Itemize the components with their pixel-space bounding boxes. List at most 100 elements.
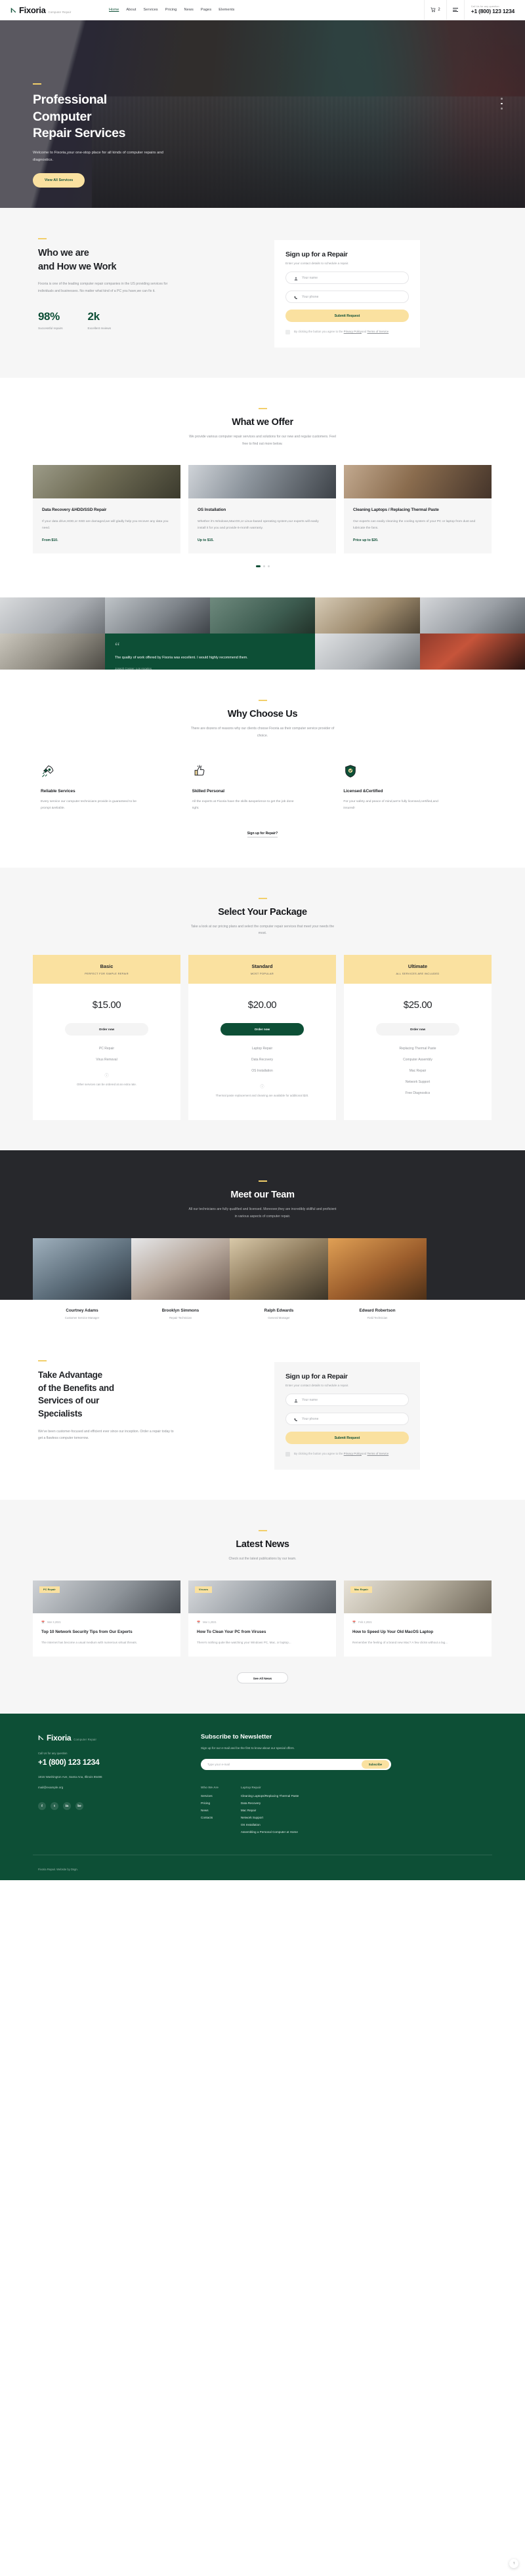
benefits-title-line2: of the Benefits and	[38, 1382, 114, 1393]
service-image	[33, 465, 180, 499]
plan-features: Replacing Thermal Paste Computer Assembl…	[344, 1036, 492, 1095]
gallery-image[interactable]	[0, 634, 105, 670]
offer-slider-dots[interactable]	[0, 565, 525, 568]
newsletter-email-input[interactable]: Type your e-mail	[207, 1763, 362, 1766]
team-member-photo[interactable]	[230, 1238, 328, 1300]
service-card[interactable]: OS Installation Whether it's Windows,Mac…	[188, 465, 336, 554]
footer-link[interactable]: Network Support	[241, 1816, 299, 1819]
submit-request-button[interactable]: Submit Request	[285, 310, 409, 322]
news-card[interactable]: Mac Repair 📅 Feb 2,2021 How to Speed Up …	[344, 1580, 492, 1657]
offer-dot-2[interactable]	[262, 565, 265, 568]
plan-tag: ALL SERVICES ARE INCLUDED	[396, 972, 440, 976]
footer-link[interactable]: OS Installation	[241, 1823, 299, 1826]
user-icon	[294, 272, 298, 284]
gallery-image[interactable]	[315, 597, 420, 634]
linkedin-icon[interactable]: in	[63, 1802, 71, 1811]
cart-button[interactable]: 2	[424, 0, 446, 20]
gallery-image[interactable]	[420, 634, 525, 670]
plan-feature: Mac Repair	[409, 1069, 427, 1074]
order-now-button[interactable]: Order now	[220, 1023, 304, 1036]
offer-dot-1[interactable]	[255, 565, 261, 568]
footer-link[interactable]: Data Recovery	[241, 1801, 299, 1805]
privacy-policy-link[interactable]: Privacy Policy	[344, 1452, 362, 1455]
service-body: If your data drive,HDD,or SSD are damage…	[42, 519, 169, 530]
nav-item-news[interactable]: News	[184, 8, 194, 12]
name-field[interactable]: Your name	[285, 1394, 409, 1407]
terms-link[interactable]: Terms of Service	[367, 1452, 388, 1455]
gallery-image[interactable]	[0, 597, 105, 634]
plan-note: ⓘ Thermal paste replacement and cleaning…	[188, 1080, 336, 1113]
logo[interactable]: Fixoria Computer Repair	[8, 5, 106, 15]
plan-feature: Replacing Thermal Paste	[399, 1047, 436, 1051]
newsletter-form: Type your e-mail Subscribe	[201, 1759, 391, 1771]
twitter-icon[interactable]: t	[51, 1802, 58, 1811]
view-all-services-button[interactable]: View All Services	[33, 172, 85, 188]
service-card[interactable]: Data Recovery &HDD/SSD Repair If your da…	[33, 465, 180, 554]
hero-dot-2[interactable]	[501, 102, 503, 105]
order-now-button[interactable]: Order now	[376, 1023, 459, 1036]
header-phone[interactable]: Call Us for any question +1 (800) 123 12…	[463, 0, 517, 20]
news-card-body: Remember the feeling of a brand new Mac?…	[352, 1640, 448, 1644]
nav-item-elements[interactable]: Elements	[219, 8, 234, 12]
footer-link[interactable]: Mac Repair	[241, 1809, 299, 1812]
offer-dot-3[interactable]	[267, 565, 270, 568]
nav-item-services[interactable]: Services	[143, 8, 158, 12]
team-member: Brooklyn Simmons Repair Technician	[131, 1300, 230, 1330]
news-card[interactable]: Viruses 📅 Mar 1,2021 How To Clean Your P…	[188, 1580, 336, 1657]
gallery-image[interactable]	[420, 597, 525, 634]
about-accent-rule	[38, 238, 47, 239]
footer-link[interactable]: News	[201, 1809, 219, 1812]
team-member-photo[interactable]	[131, 1238, 230, 1300]
footer-logo[interactable]: Fixoria Computer Repair	[38, 1733, 184, 1742]
service-image	[188, 465, 336, 499]
consent-checkbox[interactable]	[285, 330, 290, 334]
footer-link[interactable]: Cleaning Laptops/Replacing Thermal Paste	[241, 1794, 299, 1798]
news-image: PC Repair	[33, 1580, 180, 1613]
footer-email-link[interactable]: mail@example.org	[38, 1786, 184, 1789]
plan-price: $20.00	[247, 999, 277, 1011]
hero-dot-1[interactable]	[501, 98, 503, 100]
name-placeholder: Your name	[302, 275, 318, 280]
footer-phone[interactable]: +1 (800) 123 1234	[38, 1758, 184, 1767]
nav-item-pages[interactable]: Pages	[201, 8, 211, 12]
phone-field[interactable]: Your phone	[285, 1413, 409, 1426]
hero-dot-3[interactable]	[501, 108, 503, 110]
team-member-photo[interactable]	[328, 1238, 427, 1300]
consent-checkbox[interactable]	[285, 1452, 290, 1457]
nav-item-pricing[interactable]: Pricing	[165, 8, 177, 12]
feature-body: Every service our computer technicians p…	[41, 799, 136, 810]
terms-link[interactable]: Terms of Service	[367, 330, 388, 333]
menu-button[interactable]	[446, 0, 464, 20]
news-meta: 📅 Mar 1,2021	[197, 1620, 327, 1624]
footer-link[interactable]: Contacts	[201, 1816, 219, 1819]
service-card[interactable]: Cleaning Laptops / Replacing Thermal Pas…	[344, 465, 492, 554]
hero-slider-dots[interactable]	[501, 98, 503, 110]
pricing-title: Select Your Package	[218, 906, 307, 917]
team-member-photo[interactable]	[33, 1238, 131, 1300]
submit-request-button[interactable]: Submit Request	[285, 1432, 409, 1445]
footer-address: 1815 Washington Ave, Santa Ana, Illinois…	[38, 1775, 102, 1779]
signup-for-repair-link[interactable]: Sign up for Repair?	[247, 832, 278, 837]
name-field[interactable]: Your name	[285, 272, 409, 284]
phone-field[interactable]: Your phone	[285, 291, 409, 303]
scroll-to-top-button[interactable]: ↑	[509, 2559, 518, 2568]
logo-text: Fixoria	[19, 5, 46, 15]
gallery-image[interactable]	[210, 597, 315, 634]
privacy-policy-link[interactable]: Privacy Policy	[344, 330, 362, 333]
quote-mark-icon: “	[115, 640, 120, 653]
news-card[interactable]: PC Repair 📅 Mar 3,2021 Top 10 Network Se…	[33, 1580, 180, 1657]
gallery-image[interactable]	[315, 634, 420, 670]
subscribe-button[interactable]: Subscribe	[361, 1760, 389, 1769]
news-meta: 📅 Mar 3,2021	[41, 1620, 172, 1624]
order-now-button[interactable]: Order now	[65, 1023, 148, 1036]
form-hint: Enter your contact details to schedule a…	[285, 1384, 349, 1388]
nav-item-home[interactable]: Home	[109, 8, 119, 12]
gallery-image[interactable]	[105, 597, 210, 634]
footer-link[interactable]: Services	[201, 1794, 219, 1798]
footer-link[interactable]: Pricing	[201, 1801, 219, 1805]
behance-icon[interactable]: be	[75, 1802, 83, 1811]
see-all-news-button[interactable]: See All News	[237, 1672, 288, 1683]
footer-link[interactable]: Assembling a Personal Computer at Home	[241, 1830, 299, 1834]
nav-item-about[interactable]: About	[126, 8, 136, 12]
facebook-icon[interactable]: f	[38, 1802, 46, 1811]
